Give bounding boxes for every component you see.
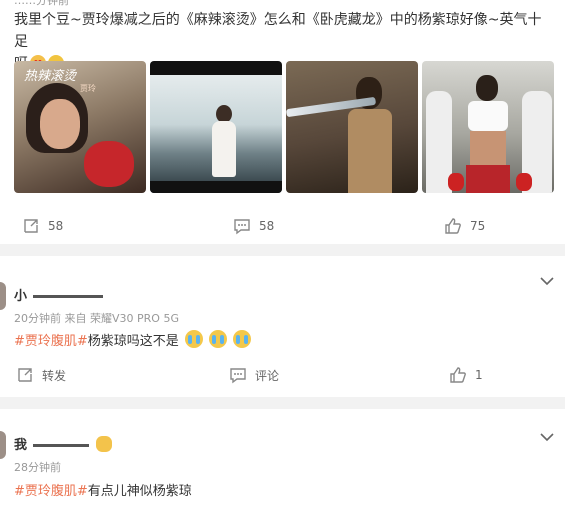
comment-username[interactable]: 小 xyxy=(14,285,104,304)
like-button[interactable]: 75 xyxy=(444,216,485,236)
crying-emoji-icon xyxy=(184,330,203,348)
repost-count: 58 xyxy=(48,219,64,233)
comment-button[interactable]: 58 xyxy=(233,216,274,236)
repost-label: 转发 xyxy=(42,368,67,383)
photo-1[interactable]: 热辣滚烫 贾玲 xyxy=(14,61,146,193)
comment-time: 20分钟前 xyxy=(14,312,61,325)
post-card: ……分钟前 我里个豆~贾玲爆减之后的《麻辣滚烫》怎么和《卧虎藏龙》中的杨紫琼好像… xyxy=(0,0,565,244)
chevron-down-icon[interactable] xyxy=(540,271,554,290)
thumbs-up-icon xyxy=(445,218,461,234)
like-button[interactable]: 1 xyxy=(449,365,483,385)
avatar[interactable] xyxy=(0,282,6,310)
crying-emoji-icon xyxy=(209,330,228,348)
repost-button[interactable]: 58 xyxy=(22,216,63,236)
boxing-glove-shape xyxy=(84,141,134,187)
repost-icon xyxy=(18,368,32,382)
blush-emoji-icon xyxy=(95,436,112,452)
post-text-line: 我里个豆~贾玲爆减之后的《麻辣滚烫》怎么和《卧虎藏龙》中的杨紫琼好像~英气十足 xyxy=(14,12,542,50)
avatar[interactable] xyxy=(0,431,6,459)
comment-text: #贾玲腹肌#有点儿神似杨紫琼 xyxy=(14,484,192,499)
repost-button[interactable]: 转发 xyxy=(16,365,66,385)
obscured-username xyxy=(33,444,90,447)
hashtag-link[interactable]: #贾玲腹肌# xyxy=(14,334,88,349)
comment-meta: 20分钟前 来自 荣耀V30 PRO 5G xyxy=(14,310,179,326)
poster-title: 热辣滚烫 xyxy=(24,69,77,84)
chevron-down-icon[interactable] xyxy=(540,427,554,446)
crying-emoji-icon xyxy=(233,330,252,348)
comment-label: 评论 xyxy=(255,368,280,383)
comment-count: 58 xyxy=(259,219,275,233)
obscured-username xyxy=(33,295,104,298)
poster-name: 贾玲 xyxy=(80,84,96,93)
repost-icon xyxy=(24,219,38,233)
comment-card: 小 20分钟前 来自 荣耀V30 PRO 5G #贾玲腹肌#杨紫琼吗这不是 转发… xyxy=(0,256,565,397)
comment-time: 28分钟前 xyxy=(14,461,61,474)
photo-3[interactable] xyxy=(286,61,418,193)
comment-icon xyxy=(234,219,250,235)
photo-grid: 热辣滚烫 贾玲 xyxy=(14,61,554,193)
post-time-partial: ……分钟前 xyxy=(14,0,69,7)
comment-icon xyxy=(230,368,246,384)
comment-button[interactable]: 评论 xyxy=(229,365,279,385)
comment-username[interactable]: 我 xyxy=(14,434,112,453)
like-count: 1 xyxy=(475,368,483,382)
hashtag-link[interactable]: #贾玲腹肌# xyxy=(14,484,88,499)
comment-card: 我 28分钟前 #贾玲腹肌#有点儿神似杨紫琼 xyxy=(0,409,565,530)
post-actions: 58 58 75 xyxy=(0,216,565,236)
comment-actions: 转发 评论 1 xyxy=(0,365,565,385)
like-count: 75 xyxy=(470,219,486,233)
photo-2[interactable] xyxy=(150,61,282,193)
comment-source: 来自 荣耀V30 PRO 5G xyxy=(64,312,179,325)
photo-4[interactable] xyxy=(422,61,554,193)
thumbs-up-icon xyxy=(450,367,466,383)
comment-text: #贾玲腹肌#杨紫琼吗这不是 xyxy=(14,330,252,349)
